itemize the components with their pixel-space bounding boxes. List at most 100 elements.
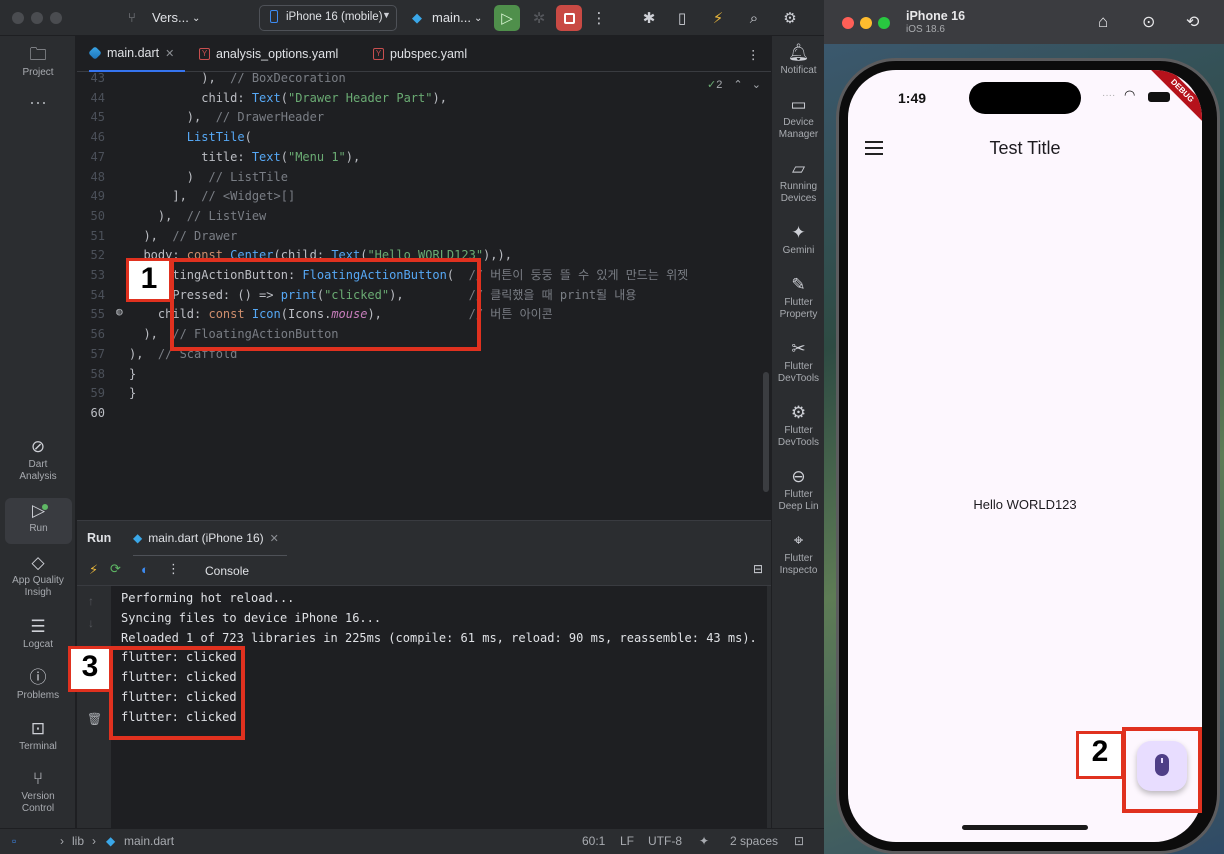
gear-icon: ⚙ — [783, 10, 797, 27]
stop-button[interactable] — [556, 5, 582, 31]
tool-running-devices[interactable]: ▱ Running Devices — [772, 160, 824, 205]
arrow-down-icon[interactable]: ↓ — [88, 616, 94, 630]
tool-project[interactable]: 🗀 Project — [0, 46, 76, 79]
code-line[interactable]: 47 title: Text("Menu 1"), — [77, 147, 771, 167]
code-line[interactable]: 58} — [77, 364, 771, 384]
device-selector[interactable]: iPhone 16 (mobile) ▼ — [259, 5, 397, 31]
tool-flutter-deep-links[interactable]: ⊖ Flutter Deep Lin — [772, 468, 824, 513]
sparkle-icon[interactable]: ✦ — [699, 834, 709, 848]
home-icon[interactable]: ⌂ — [1098, 12, 1108, 32]
rotate-icon[interactable]: ⟲ — [1186, 12, 1199, 32]
minimize-window-button[interactable] — [31, 12, 43, 24]
code-line[interactable]: 50 ), // ListView — [77, 206, 771, 226]
tool-flutter-devtools[interactable]: ✂ Flutter DevTools — [772, 340, 824, 385]
tool-flutter-inspector[interactable]: ⌖ Flutter Inspecto — [772, 532, 824, 577]
tool-gemini[interactable]: ✦ Gemini — [772, 224, 824, 257]
tool-label: Dart Analysis — [19, 459, 57, 482]
arrow-up-icon[interactable]: ↑ — [88, 594, 94, 608]
layout-icon[interactable]: ⊟ — [753, 562, 763, 576]
minimize-window-button[interactable] — [860, 17, 872, 29]
hot-restart-icon[interactable]: ⟳ — [110, 561, 121, 577]
devtools-icon[interactable]: ◐ — [141, 562, 149, 577]
tool-version-control[interactable]: ⑂ Version Control — [0, 770, 76, 815]
more-actions-button[interactable]: ⋮ — [586, 5, 612, 31]
run-config-selector[interactable]: main... — [432, 10, 471, 25]
breadcrumb-separator-icon: › — [60, 834, 64, 848]
close-tab-icon[interactable]: ✕ — [270, 532, 279, 545]
project-selector[interactable]: Vers... — [152, 10, 189, 25]
cursor-position[interactable]: 60:1 — [582, 834, 605, 848]
more-vertical-icon[interactable]: ⋮ — [167, 561, 180, 577]
tab-analysis-options[interactable]: Y analysis_options.yaml — [199, 36, 338, 72]
hot-reload-button[interactable]: ⚡ — [705, 5, 731, 31]
tool-flutter-property[interactable]: ✎ Flutter Property — [772, 276, 824, 321]
lock-icon[interactable]: ⊡ — [794, 834, 804, 848]
line-number: 49 — [90, 189, 105, 204]
tab-main-dart[interactable]: main.dart ✕ — [88, 36, 185, 72]
yaml-file-icon: Y — [373, 48, 384, 60]
run-tab-label: main.dart (iPhone 16) — [148, 531, 264, 545]
console-tab[interactable]: Console — [205, 564, 249, 578]
line-number: 58 — [90, 366, 105, 381]
hot-reload-icon[interactable]: ⚡ — [89, 562, 98, 578]
code-line[interactable]: 43 ), // BoxDecoration — [77, 72, 771, 88]
tool-app-quality[interactable]: ◇ App Quality Insigh — [0, 554, 76, 599]
code-line[interactable]: 46 ListTile( — [77, 127, 771, 147]
tool-notifications[interactable]: 🔔︎ Notificat — [772, 44, 824, 77]
flutter-icon: ◆ — [412, 10, 422, 25]
breadcrumb-file[interactable]: main.dart — [124, 834, 174, 848]
line-ending[interactable]: LF — [620, 834, 634, 848]
run-tab-main[interactable]: ◆ main.dart (iPhone 16) ✕ — [133, 521, 287, 557]
line-number: 46 — [90, 130, 105, 145]
home-indicator[interactable] — [962, 825, 1088, 830]
breadcrumb-lib[interactable]: lib — [72, 834, 84, 848]
line-code: ), // ListView — [129, 208, 267, 223]
close-window-button[interactable] — [12, 12, 24, 24]
code-line[interactable]: 49 ], // <Widget>[] — [77, 186, 771, 206]
tool-problems[interactable]: ⓘ Problems — [0, 669, 76, 702]
close-window-button[interactable] — [842, 17, 854, 29]
settings-button[interactable]: ⚙ — [777, 5, 803, 31]
more-tools-button[interactable]: ··· — [0, 93, 76, 111]
attach-debugger-button[interactable]: ✱ — [636, 5, 662, 31]
run-panel-header: Run ◆ main.dart (iPhone 16) ✕ — [77, 520, 771, 557]
line-number: 56 — [90, 327, 105, 342]
device-file-button[interactable]: ▯ — [669, 5, 695, 31]
tool-label: Flutter DevTools — [777, 425, 820, 448]
file-encoding[interactable]: UTF-8 — [648, 834, 682, 848]
close-tab-icon[interactable]: ✕ — [165, 47, 174, 60]
code-line[interactable]: 44 child: Text("Drawer Header Part"), — [77, 88, 771, 108]
screenshot-icon[interactable]: ⊙ — [1142, 12, 1155, 32]
chevron-down-icon[interactable]: ⌄ — [192, 13, 200, 24]
search-button[interactable]: ⌕ — [741, 5, 767, 31]
annotation-box-2 — [1122, 727, 1202, 813]
trash-icon[interactable]: 🗑 — [87, 712, 102, 726]
editor-scrollbar[interactable] — [763, 372, 769, 492]
tab-pubspec[interactable]: Y pubspec.yaml — [373, 36, 467, 72]
indent-setting[interactable]: 2 spaces — [730, 834, 778, 848]
code-line[interactable]: 60 — [77, 403, 771, 423]
tool-flutter-devtools-2[interactable]: ⚙ Flutter DevTools — [772, 404, 824, 449]
debug-button[interactable]: ✲ — [526, 5, 552, 31]
tool-logcat[interactable]: ☰ Logcat — [0, 618, 76, 651]
dynamic-island — [969, 82, 1081, 114]
code-line[interactable]: 45 ), // DrawerHeader — [77, 107, 771, 127]
annotation-label-1: 1 — [126, 258, 172, 302]
tool-run[interactable]: ▷ Run — [5, 498, 72, 544]
chevron-down-icon[interactable]: ⌄ — [474, 13, 482, 24]
tabs-more-button[interactable]: ⋮ — [747, 36, 760, 72]
dart-file-icon — [88, 46, 102, 60]
tool-device-manager[interactable]: ▭ Device Manager — [772, 96, 824, 141]
zoom-window-button[interactable] — [50, 12, 62, 24]
run-toolbar: ⚡ ⟳ ◐ ⋮ Console ⊟ — [77, 556, 771, 586]
code-line[interactable]: 51 ), // Drawer — [77, 226, 771, 246]
code-line[interactable]: 48 ) // ListTile — [77, 167, 771, 187]
tool-terminal[interactable]: ⊡ Terminal — [0, 720, 76, 753]
tool-dart-analysis[interactable]: ⊘ Dart Analysis — [0, 438, 76, 483]
run-button[interactable]: ▷ — [494, 5, 520, 31]
code-line[interactable]: 59} — [77, 383, 771, 403]
battery-icon — [1148, 92, 1170, 102]
play-icon: ▷ — [501, 10, 513, 27]
zoom-window-button[interactable] — [878, 17, 890, 29]
bell-icon: 🔔︎ — [787, 43, 810, 62]
